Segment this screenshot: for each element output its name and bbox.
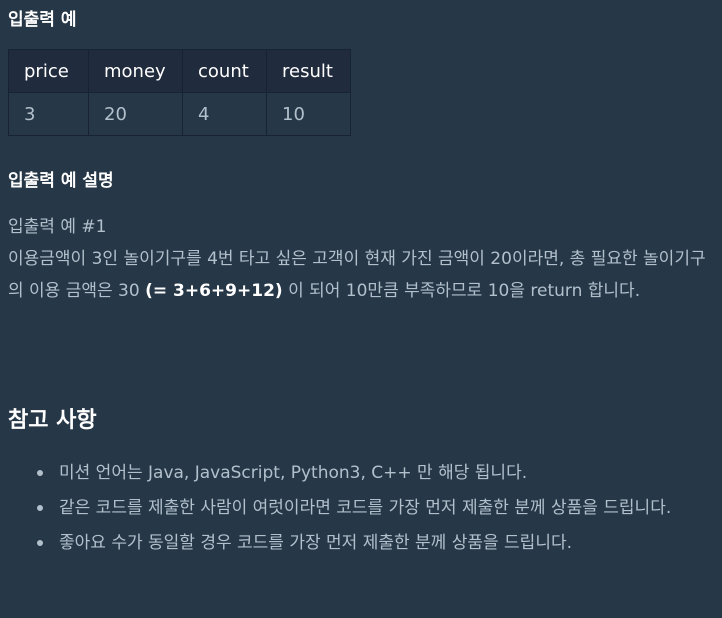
note-text: 미션 언어는 Java, JavaScript, Python3, C++ 만 …: [59, 463, 528, 483]
column-header-money: money: [88, 49, 183, 93]
bullet-icon: [37, 470, 43, 476]
table-row: 3 20 4 10: [8, 92, 351, 136]
notes-list: 미션 언어는 Java, JavaScript, Python3, C++ 만 …: [8, 457, 714, 562]
io-example-table: price money count result 3 20 4 10: [8, 49, 351, 136]
table-header-row: price money count result: [8, 49, 351, 93]
note-text: 좋아요 수가 동일할 경우 코드를 가장 먼저 제출한 분께 상품을 드립니다.: [59, 533, 573, 553]
example-description: 이용금액이 3인 놀이기구를 4번 타고 싶은 고객이 현재 가진 금액이 20…: [8, 243, 714, 307]
cell-result: 10: [266, 92, 351, 136]
io-explanation-heading: 입출력 예 설명: [8, 171, 114, 191]
notes-heading: 참고 사항: [8, 408, 97, 433]
example-description-formula: (= 3+6+9+12): [145, 281, 283, 301]
bullet-icon: [37, 540, 43, 546]
column-header-price: price: [8, 49, 89, 93]
cell-count: 4: [182, 92, 267, 136]
list-item: 좋아요 수가 동일할 경우 코드를 가장 먼저 제출한 분께 상품을 드립니다.: [8, 527, 714, 559]
note-text: 같은 코드를 제출한 사람이 여럿이라면 코드를 가장 먼저 제출한 분께 상품…: [59, 498, 672, 518]
list-item: 미션 언어는 Java, JavaScript, Python3, C++ 만 …: [8, 457, 714, 489]
list-item: 같은 코드를 제출한 사람이 여럿이라면 코드를 가장 먼저 제출한 분께 상품…: [8, 492, 714, 524]
cell-price: 3: [8, 92, 89, 136]
example-label: 입출력 예 #1: [8, 217, 107, 237]
column-header-count: count: [182, 49, 267, 93]
cell-money: 20: [88, 92, 183, 136]
column-header-result: result: [266, 49, 351, 93]
io-example-heading: 입출력 예: [8, 10, 77, 30]
example-description-text-end: 이 되어 10만큼 부족하므로 10을 return 합니다.: [282, 281, 641, 301]
bullet-icon: [37, 505, 43, 511]
